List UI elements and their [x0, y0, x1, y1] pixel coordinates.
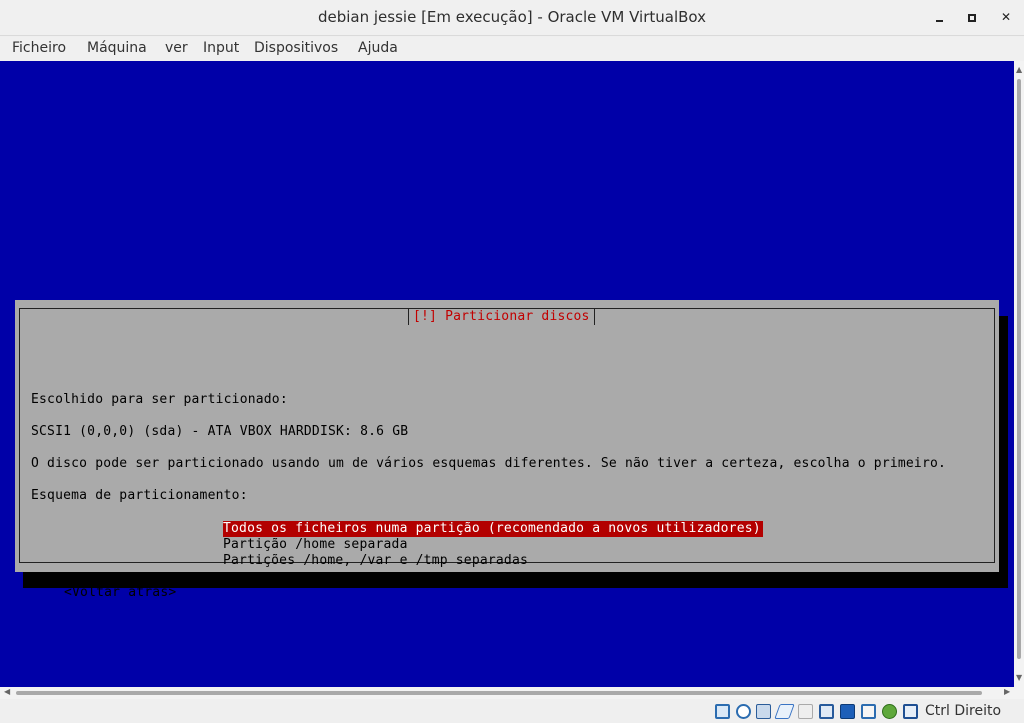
close-button[interactable]: ✕ [998, 9, 1014, 25]
minimize-button[interactable] [931, 9, 947, 25]
scroll-left-icon[interactable]: ◀ [4, 687, 10, 696]
menu-maquina[interactable]: Máquina [87, 40, 147, 56]
scroll-up-icon[interactable]: ▲ [1016, 65, 1022, 74]
horizontal-scroll-thumb[interactable] [16, 691, 982, 695]
maximize-button[interactable] [964, 9, 980, 25]
display-icon[interactable] [840, 704, 855, 719]
video-capture-icon[interactable] [861, 704, 876, 719]
vm-display[interactable]: [!] Particionar discos Escolhido para se… [0, 61, 1014, 687]
menu-input[interactable]: Input [203, 40, 239, 56]
horizontal-scrollbar[interactable]: ◀ ▶ [0, 687, 1024, 699]
minimize-icon [935, 19, 943, 22]
virtualization-icon[interactable] [882, 704, 897, 719]
option-all-in-one[interactable]: Todos os ficheiros numa partição (recome… [223, 521, 763, 537]
scheme-label: Esquema de particionamento: [31, 488, 248, 503]
partition-dialog: [!] Particionar discos Escolhido para se… [15, 300, 999, 600]
scroll-down-icon[interactable]: ▼ [1016, 673, 1022, 682]
option-separate-home-var-tmp[interactable]: Partições /home, /var e /tmp separadas [223, 553, 528, 569]
host-key-label: Ctrl Direito [925, 703, 1002, 719]
back-button[interactable]: <Voltar atrás> [64, 585, 176, 600]
menu-bar: Ficheiro Máquina ver Input Dispositivos … [0, 37, 1024, 61]
chosen-label: Escolhido para ser particionado: [31, 392, 288, 407]
close-icon: ✕ [1000, 10, 1012, 24]
window-titlebar[interactable]: debian jessie [Em execução] - Oracle VM … [0, 0, 1024, 36]
maximize-icon [968, 13, 976, 22]
audio-icon[interactable] [756, 704, 771, 719]
option-separate-home[interactable]: Partição /home separada [223, 537, 408, 553]
menu-dispositivos[interactable]: Dispositivos [254, 40, 338, 56]
hard-disk-icon[interactable] [715, 704, 730, 719]
vertical-scroll-thumb[interactable] [1017, 79, 1021, 659]
shared-folders-icon[interactable] [819, 704, 834, 719]
menu-ajuda[interactable]: Ajuda [358, 40, 398, 56]
mouse-integration-icon[interactable] [903, 704, 918, 719]
network-icon[interactable] [774, 704, 795, 719]
disk-info: SCSI1 (0,0,0) (sda) - ATA VBOX HARDDISK:… [31, 424, 409, 439]
window-title: debian jessie [Em execução] - Oracle VM … [317, 8, 707, 26]
vertical-scrollbar[interactable]: ▲ ▼ [1014, 61, 1024, 687]
dialog-title: [!] Particionar discos [408, 309, 595, 325]
description-text: O disco pode ser particionado usando um … [31, 456, 947, 471]
scroll-right-icon[interactable]: ▶ [1004, 687, 1010, 696]
usb-icon[interactable] [798, 704, 813, 719]
status-bar: Ctrl Direito [0, 699, 1024, 723]
menu-ver[interactable]: ver [165, 40, 188, 56]
optical-drive-icon[interactable] [736, 704, 751, 719]
menu-ficheiro[interactable]: Ficheiro [12, 40, 66, 56]
